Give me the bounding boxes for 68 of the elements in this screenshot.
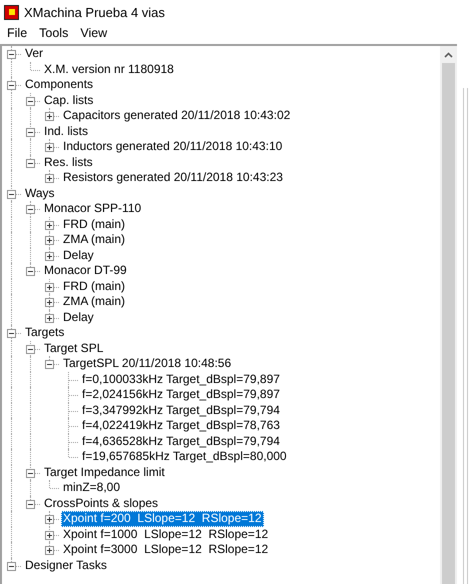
tree-item[interactable]: f=4,022419kHz Target_dBspl=78,763 xyxy=(80,418,282,434)
tree-item[interactable]: Ways xyxy=(23,186,57,201)
tree-item[interactable]: Monacor DT-99 xyxy=(42,263,129,278)
expand-toggle[interactable] xyxy=(26,500,35,508)
expand-toggle[interactable] xyxy=(45,112,54,121)
tree-item[interactable]: ZMA (main) xyxy=(61,232,128,248)
expand-toggle[interactable] xyxy=(26,96,35,106)
expand-toggle[interactable] xyxy=(7,562,16,570)
expand-toggle[interactable] xyxy=(45,530,54,540)
tree-item[interactable]: Xpoint f=1000 LSlope=12 RSlope=12 xyxy=(61,526,270,542)
tree-item[interactable]: f=19,657685kHz Target_dBspl=80,000 xyxy=(80,449,289,464)
tree-item[interactable]: X.M. version nr 1180918 xyxy=(42,62,176,77)
menu-item[interactable]: Tools xyxy=(33,26,74,40)
expand-toggle[interactable] xyxy=(7,190,16,198)
expand-toggle[interactable] xyxy=(7,329,16,338)
expand-toggle[interactable] xyxy=(45,515,54,524)
expand-toggle[interactable] xyxy=(45,236,54,245)
tree-item[interactable]: Monacor SPP-110 xyxy=(42,201,144,216)
tree-item[interactable]: Xpoint f=3000 LSlope=12 RSlope=12 xyxy=(61,542,270,558)
expand-toggle[interactable] xyxy=(26,128,35,136)
tree-item[interactable]: CrossPoints & slopes xyxy=(42,496,160,511)
tree-item[interactable]: Ver xyxy=(23,46,46,62)
tree-item[interactable]: Res. lists xyxy=(42,154,95,170)
tree-item[interactable]: Inductors generated 20/11/2018 10:43:10 xyxy=(61,139,284,154)
menu-item[interactable]: File xyxy=(1,26,34,40)
tree-item[interactable]: Resistors generated 20/11/2018 10:43:23 xyxy=(61,170,285,186)
expand-toggle[interactable] xyxy=(26,468,35,478)
expand-toggle[interactable] xyxy=(45,298,54,307)
tree-item[interactable]: Target SPL xyxy=(42,340,106,356)
expand-toggle[interactable] xyxy=(7,50,16,59)
expand-toggle[interactable] xyxy=(45,314,54,322)
tree-item[interactable]: Capacitors generated 20/11/2018 10:43:02 xyxy=(61,108,292,124)
tree-item[interactable]: FRD (main) xyxy=(61,216,127,232)
expand-toggle[interactable] xyxy=(26,205,35,214)
expand-toggle[interactable] xyxy=(45,220,54,230)
expand-toggle[interactable] xyxy=(45,360,54,369)
tree-item[interactable]: f=2,024156kHz Target_dBspl=79,897 xyxy=(80,387,282,402)
tree-item[interactable]: minZ=8,00 xyxy=(61,480,122,496)
tree-item[interactable]: Delay xyxy=(61,310,96,325)
menu-item[interactable]: View xyxy=(74,26,114,40)
expand-toggle[interactable] xyxy=(26,158,35,168)
tree-item[interactable]: Ind. lists xyxy=(42,124,90,139)
tree-item[interactable]: Targets xyxy=(23,325,66,340)
expand-toggle[interactable] xyxy=(26,344,35,354)
expand-toggle[interactable] xyxy=(45,282,54,292)
app-icon xyxy=(4,4,19,20)
tree-item[interactable]: TargetSPL 20/11/2018 10:48:56 xyxy=(61,356,234,372)
tree-item[interactable]: ZMA (main) xyxy=(61,294,128,310)
tree-item[interactable]: Cap. lists xyxy=(42,92,96,108)
tree-item[interactable]: Components xyxy=(23,77,96,92)
expand-toggle[interactable] xyxy=(45,252,54,260)
expand-toggle[interactable] xyxy=(45,546,54,555)
tree-item[interactable]: f=3,347992kHz Target_dBspl=79,794 xyxy=(80,402,282,418)
tree-item[interactable]: Xpoint f=200 LSlope=12 RSlope=12 xyxy=(61,511,264,526)
expand-toggle[interactable] xyxy=(45,174,54,183)
expand-toggle[interactable] xyxy=(45,143,54,152)
scrollbar[interactable] xyxy=(440,46,457,584)
scroll-up-icon[interactable] xyxy=(444,52,453,58)
window-title: XMachina Prueba 4 vias xyxy=(24,4,165,20)
expand-toggle[interactable] xyxy=(7,81,16,90)
expand-toggle[interactable] xyxy=(26,267,35,276)
tree-item[interactable]: Designer Tasks xyxy=(23,558,109,573)
tree-item[interactable]: f=0,100033kHz Target_dBspl=79,897 xyxy=(80,372,282,387)
tree-item[interactable]: FRD (main) xyxy=(61,278,127,294)
tree-item[interactable]: f=4,636528kHz Target_dBspl=79,794 xyxy=(80,434,282,449)
tree-item[interactable]: Delay xyxy=(61,248,96,263)
tree-item[interactable]: Target Impedance limit xyxy=(42,464,167,480)
scroll-thumb[interactable] xyxy=(442,63,455,584)
